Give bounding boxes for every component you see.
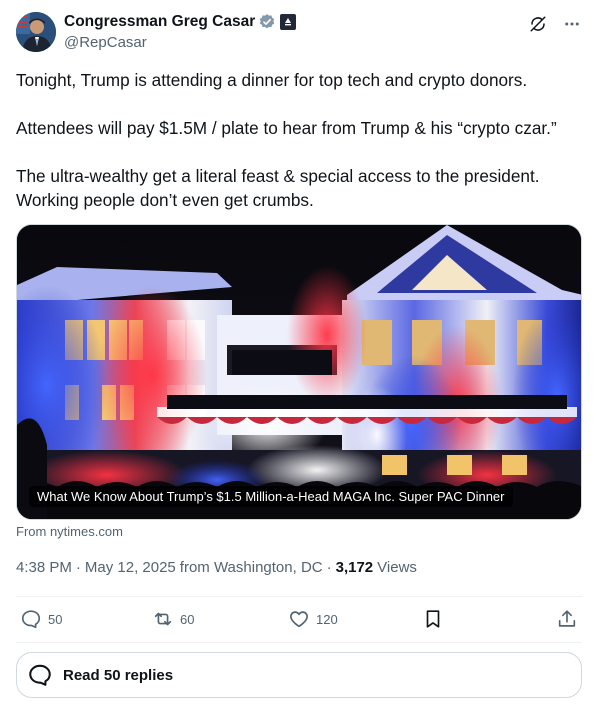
views-count: 3,172 <box>335 559 374 576</box>
author-names: Congressman Greg Casar @RepCasar <box>64 12 297 51</box>
action-bar: 50 60 120 <box>16 608 582 632</box>
link-card[interactable]: What We Know About Trump’s $1.5 Million-… <box>16 224 582 520</box>
tweet-paragraph: The ultra-wealthy get a literal feast & … <box>16 166 540 210</box>
author-handle[interactable]: @RepCasar <box>64 34 296 51</box>
grok-icon[interactable] <box>528 14 548 34</box>
divider <box>16 596 582 597</box>
views-label: Views <box>377 559 417 576</box>
card-caption: What We Know About Trump’s $1.5 Million-… <box>29 486 513 507</box>
repost-count: 60 <box>180 611 195 627</box>
share-icon <box>558 610 576 627</box>
more-icon[interactable] <box>562 14 582 34</box>
read-replies-label: Read 50 replies <box>63 666 174 684</box>
reply-icon <box>21 610 41 629</box>
tweet-paragraph: Attendees will pay $1.5M / plate to hear… <box>16 118 557 138</box>
read-replies-button[interactable]: Read 50 replies <box>16 652 582 698</box>
tweet-header: Congressman Greg Casar @RepCasar <box>16 10 582 54</box>
tweet-date[interactable]: May 12, 2025 <box>85 559 176 576</box>
reply-button[interactable]: 50 <box>20 608 62 630</box>
divider <box>16 642 582 643</box>
heart-icon <box>290 611 308 628</box>
avatar[interactable] <box>16 12 56 52</box>
bookmark-icon <box>426 610 440 628</box>
meta-separator: · <box>75 559 81 576</box>
header-actions <box>528 14 582 34</box>
tweet-time[interactable]: 4:38 PM <box>16 559 72 576</box>
card-image <box>17 225 581 519</box>
repost-button[interactable]: 60 <box>152 608 194 630</box>
display-name-row: Congressman Greg Casar <box>64 12 297 32</box>
share-button[interactable] <box>556 608 578 630</box>
reply-count: 50 <box>48 611 63 627</box>
bookmark-button[interactable] <box>422 608 444 630</box>
government-badge-icon[interactable] <box>280 14 297 30</box>
repost-icon <box>154 612 172 626</box>
tweet-location: from Washington, DC <box>179 559 323 576</box>
tweet-paragraph: Tonight, Trump is attending a dinner for… <box>16 70 528 90</box>
like-button[interactable]: 120 <box>288 608 338 630</box>
card-source[interactable]: From nytimes.com <box>16 524 123 539</box>
reply-icon <box>29 664 51 686</box>
meta-separator: · <box>326 559 332 576</box>
like-count: 120 <box>316 611 338 627</box>
tweet-meta: 4:38 PM · May 12, 2025 from Washington, … <box>16 559 417 576</box>
display-name[interactable]: Congressman Greg Casar <box>64 13 255 31</box>
tweet-text: Tonight, Trump is attending a dinner for… <box>16 68 582 212</box>
verified-badge-icon[interactable] <box>258 13 276 31</box>
